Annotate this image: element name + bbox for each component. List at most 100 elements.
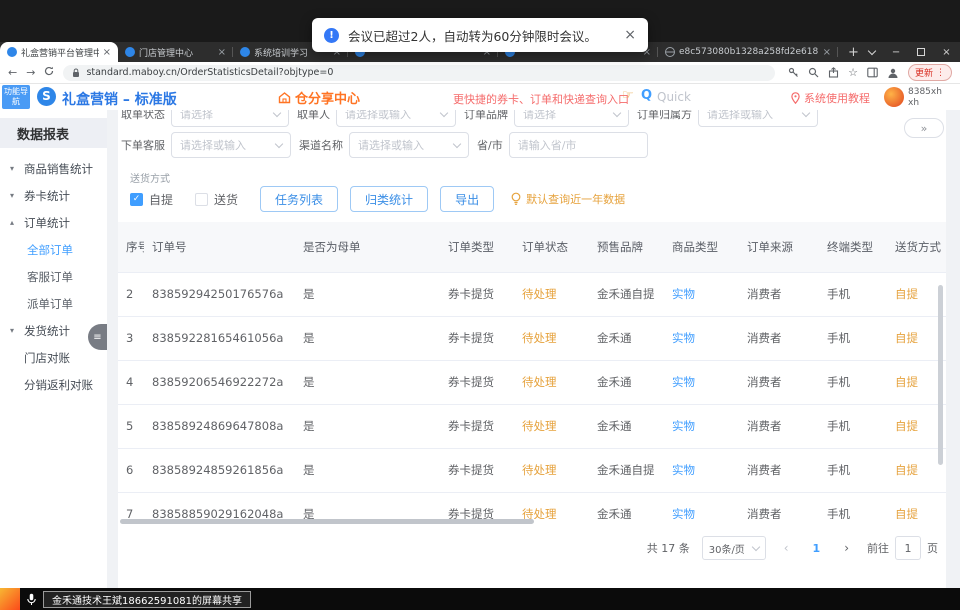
cell-terminal: 手机 bbox=[819, 448, 887, 492]
filter-select[interactable]: 请选择 bbox=[171, 110, 289, 127]
sidebar-item-券卡统计[interactable]: ▾券卡统计 bbox=[0, 182, 107, 209]
url-bar[interactable]: standard.maboy.cn/OrderStatisticsDetail?… bbox=[63, 65, 775, 81]
page-size-select[interactable]: 30条/页 bbox=[702, 536, 766, 560]
user-avatar[interactable] bbox=[884, 87, 904, 107]
quick-entry-tip: 更快捷的券卡、订单和快递查询入口 bbox=[453, 91, 629, 107]
sidebar-item-label: 客服订单 bbox=[27, 269, 73, 285]
filter-select[interactable]: 请选择或输入 bbox=[336, 110, 456, 127]
column-header: 订单类型 bbox=[440, 222, 514, 272]
filter-label: 省/市 bbox=[477, 137, 503, 153]
user-name: 8385xh xh bbox=[908, 87, 942, 110]
tab-close-icon[interactable]: × bbox=[103, 47, 111, 58]
tab-close-icon[interactable]: × bbox=[823, 47, 831, 58]
share-icon[interactable] bbox=[828, 67, 839, 78]
filter-label: 取单人 bbox=[297, 110, 330, 122]
export-button[interactable]: 导出 bbox=[440, 186, 494, 212]
sidebar-item-门店对账[interactable]: 门店对账 bbox=[0, 344, 107, 371]
sidebar-item-商品销售统计[interactable]: ▾商品销售统计 bbox=[0, 155, 107, 182]
delivery-checkbox-label[interactable]: 送货 bbox=[214, 191, 238, 208]
filter-field: 取单状态请选择 bbox=[121, 110, 289, 127]
tab-title: 门店管理中心 bbox=[139, 46, 214, 59]
share-center-link[interactable]: 仓分享中心 bbox=[278, 88, 360, 107]
bookmark-star-icon[interactable]: ☆ bbox=[848, 66, 858, 79]
kebab-menu-icon[interactable]: ⋮ bbox=[936, 68, 945, 78]
back-icon[interactable]: ← bbox=[8, 66, 17, 79]
sidebar-item-派单订单[interactable]: 派单订单 bbox=[0, 290, 107, 317]
goto-page-input[interactable] bbox=[895, 536, 921, 560]
next-page-button[interactable]: › bbox=[838, 541, 855, 555]
window-minimize-button[interactable]: − bbox=[892, 47, 900, 58]
function-nav-button[interactable]: 功能导航 bbox=[2, 85, 30, 109]
main-content: 取单状态请选择取单人请选择或输入订单品牌请选择订单归属方请选择或输入 下单客服请… bbox=[107, 110, 960, 588]
cell-source: 消费者 bbox=[739, 360, 819, 404]
cell-product_type[interactable]: 实物 bbox=[664, 360, 739, 404]
placeholder: 请输入省/市 bbox=[518, 137, 577, 153]
tab-search-chevron-icon[interactable] bbox=[868, 46, 876, 54]
orders-card: 取单状态请选择取单人请选择或输入订单品牌请选择订单归属方请选择或输入 下单客服请… bbox=[118, 110, 946, 588]
zoom-icon[interactable] bbox=[808, 67, 819, 78]
quick-search-label[interactable]: Quick bbox=[657, 90, 691, 104]
column-header: 订单来源 bbox=[739, 222, 819, 272]
vertical-scrollbar[interactable] bbox=[938, 285, 943, 465]
category-stats-button[interactable]: 归类统计 bbox=[350, 186, 428, 212]
delivery-checkbox[interactable] bbox=[195, 193, 208, 206]
expand-filters-button[interactable]: » bbox=[904, 118, 944, 138]
tutorial-link[interactable]: 系统使用教程 bbox=[791, 90, 870, 106]
pickup-checkbox[interactable]: ✓ bbox=[130, 193, 143, 206]
cell-product_type[interactable]: 实物 bbox=[664, 272, 739, 316]
horizontal-scrollbar[interactable] bbox=[120, 519, 534, 524]
tab-close-icon[interactable]: × bbox=[218, 47, 226, 58]
cell-type: 券卡提货 bbox=[440, 360, 514, 404]
filter-select[interactable]: 请选择或输入 bbox=[698, 110, 818, 127]
cell-brand: 金禾通自提 bbox=[589, 272, 664, 316]
quick-search-icon[interactable]: Q bbox=[641, 88, 652, 103]
cell-product_type[interactable]: 实物 bbox=[664, 316, 739, 360]
close-icon[interactable]: × bbox=[624, 27, 636, 43]
filter-select[interactable]: 请选择或输入 bbox=[171, 132, 291, 158]
forward-icon[interactable]: → bbox=[26, 66, 35, 79]
browser-tab[interactable]: 礼盒营销平台管理中心× bbox=[0, 42, 118, 62]
cell-product_type[interactable]: 实物 bbox=[664, 448, 739, 492]
filter-input[interactable]: 请输入省/市 bbox=[509, 132, 648, 158]
sidebar-item-订单统计[interactable]: ▴订单统计 bbox=[0, 209, 107, 236]
new-tab-button[interactable]: + bbox=[838, 42, 869, 62]
side-panel-icon[interactable] bbox=[867, 67, 878, 78]
share-center-label: 仓分享中心 bbox=[295, 88, 360, 107]
key-icon[interactable] bbox=[788, 67, 799, 78]
cell-is_parent: 是 bbox=[295, 492, 440, 519]
sidebar-item-全部订单[interactable]: 全部订单 bbox=[0, 236, 107, 263]
filter-label: 渠道名称 bbox=[299, 137, 343, 153]
browser-update-button[interactable]: 更新 ⋮ bbox=[908, 64, 952, 81]
prev-page-button[interactable]: ‹ bbox=[778, 541, 795, 555]
cell-order_no: 83858924859261856a bbox=[144, 448, 295, 492]
sidebar-item-分销返利对账[interactable]: 分销返利对账 bbox=[0, 371, 107, 398]
cell-product_type[interactable]: 实物 bbox=[664, 404, 739, 448]
cell-product_type[interactable]: 实物 bbox=[664, 492, 739, 519]
reload-icon[interactable] bbox=[44, 66, 54, 79]
filter-select[interactable]: 请选择或输入 bbox=[349, 132, 469, 158]
filter-select[interactable]: 请选择 bbox=[514, 110, 629, 127]
cell-type: 券卡提货 bbox=[440, 404, 514, 448]
sidebar-collapse-handle[interactable]: ≡ bbox=[88, 324, 107, 350]
column-header: 是否为母单 bbox=[295, 222, 440, 272]
window-close-button[interactable]: × bbox=[942, 47, 950, 58]
tab-title: e8c573080b1328a258fd2e618 bbox=[679, 47, 819, 57]
profile-icon[interactable] bbox=[887, 67, 899, 79]
toast-message: 会议已超过2人，自动转为60分钟限时会议。 bbox=[348, 26, 615, 45]
sidebar-item-客服订单[interactable]: 客服订单 bbox=[0, 263, 107, 290]
microphone-icon[interactable] bbox=[26, 593, 37, 606]
pagination-total: 共 17 条 bbox=[647, 540, 690, 556]
pickup-checkbox-label[interactable]: 自提 bbox=[149, 191, 173, 208]
task-list-button[interactable]: 任务列表 bbox=[260, 186, 338, 212]
cell-brand: 金禾通 bbox=[589, 316, 664, 360]
pagination: 共 17 条 30条/页 ‹ 1 › 前往 页 bbox=[647, 534, 938, 562]
table-row: 483859206546922272a是券卡提货待处理金禾通实物消费者手机自提 bbox=[118, 360, 946, 404]
current-page[interactable]: 1 bbox=[807, 542, 827, 555]
table-row: 383859228165461056a是券卡提货待处理金禾通实物消费者手机自提 bbox=[118, 316, 946, 360]
window-restore-button[interactable] bbox=[917, 48, 925, 56]
browser-tab[interactable]: e8c573080b1328a258fd2e618 × bbox=[658, 42, 838, 62]
browser-tab[interactable]: 门店管理中心 × bbox=[118, 42, 233, 62]
cell-brand: 金禾通 bbox=[589, 404, 664, 448]
cell-is_parent: 是 bbox=[295, 316, 440, 360]
table-row: 283859294250176576a是券卡提货待处理金禾通自提实物消费者手机自… bbox=[118, 272, 946, 316]
